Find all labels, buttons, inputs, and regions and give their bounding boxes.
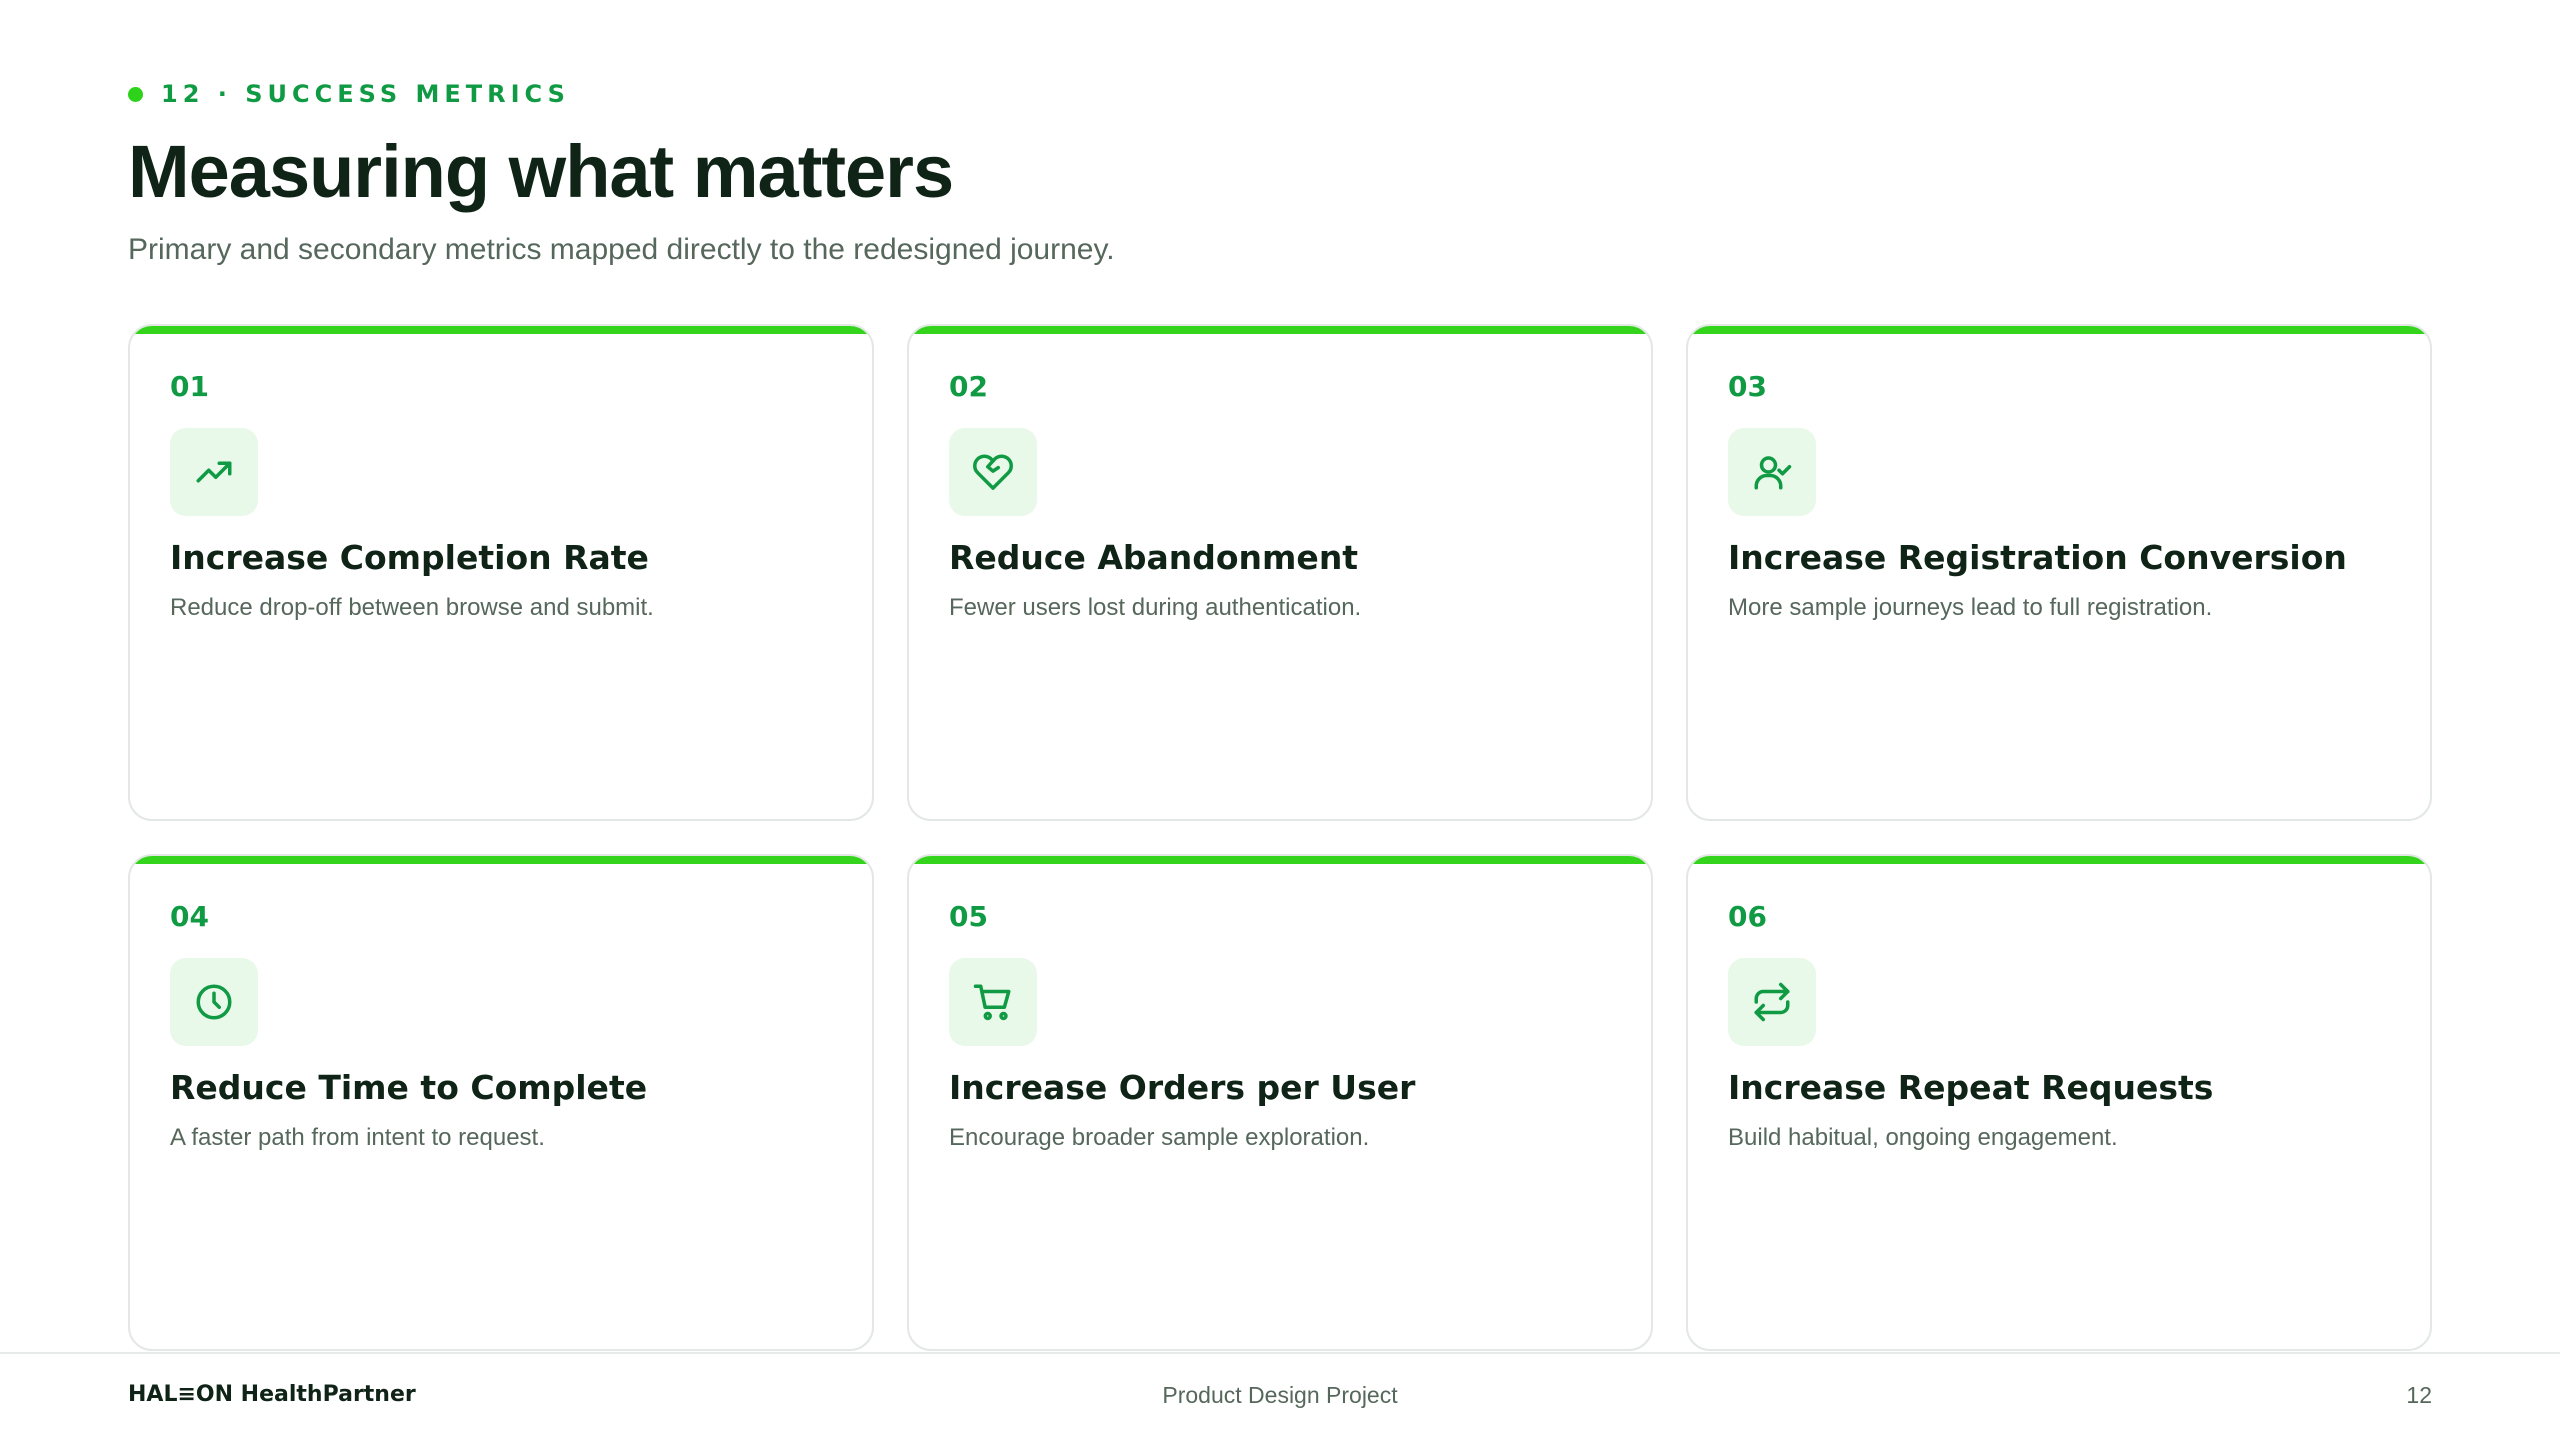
- metric-card-registration: 03 Increase Registration Conversion More…: [1686, 324, 2432, 821]
- card-description: Reduce drop-off between browse and submi…: [170, 594, 654, 621]
- card-accent-bar: [909, 856, 1651, 864]
- trending-up-icon: [170, 428, 258, 516]
- user-check-icon: [1728, 428, 1816, 516]
- footer-divider: [0, 1352, 2560, 1354]
- footer-project-label: Product Design Project: [1162, 1382, 1398, 1408]
- footer-brand: HAL≡ON HealthPartner: [128, 1382, 416, 1407]
- metrics-grid: 01 Increase Completion Rate Reduce drop-…: [128, 324, 2432, 1351]
- eyebrow-label: 12 · SUCCESS METRICS: [161, 80, 570, 108]
- card-number: 06: [1728, 900, 1767, 933]
- card-title: Reduce Abandonment: [949, 538, 1359, 577]
- card-number: 01: [170, 370, 209, 403]
- cart-icon: [949, 958, 1037, 1046]
- section-eyebrow: 12 · SUCCESS METRICS: [128, 80, 570, 108]
- clock-icon: [170, 958, 258, 1046]
- card-description: Encourage broader sample exploration.: [949, 1124, 1370, 1151]
- page-title: Measuring what matters: [128, 130, 954, 213]
- metric-card-orders-per-user: 05 Increase Orders per User Encourage br…: [907, 854, 1653, 1351]
- metric-card-time-to-complete: 04 Reduce Time to Complete A faster path…: [128, 854, 874, 1351]
- card-accent-bar: [909, 326, 1651, 334]
- card-number: 04: [170, 900, 209, 933]
- card-description: Build habitual, ongoing engagement.: [1728, 1124, 2118, 1151]
- metric-card-repeat-requests: 06 Increase Repeat Requests Build habitu…: [1686, 854, 2432, 1351]
- card-title: Reduce Time to Complete: [170, 1068, 648, 1107]
- card-number: 05: [949, 900, 988, 933]
- metric-card-abandonment: 02 Reduce Abandonment Fewer users lost d…: [907, 324, 1653, 821]
- card-accent-bar: [130, 326, 872, 334]
- eyebrow-dot: [128, 86, 143, 102]
- card-accent-bar: [1688, 856, 2430, 864]
- card-title: Increase Registration Conversion: [1728, 538, 2347, 577]
- card-accent-bar: [1688, 326, 2430, 334]
- card-accent-bar: [130, 856, 872, 864]
- card-description: Fewer users lost during authentication.: [949, 594, 1362, 621]
- card-title: Increase Completion Rate: [170, 538, 649, 577]
- page-subtitle: Primary and secondary metrics mapped dir…: [128, 233, 1115, 266]
- card-description: A faster path from intent to request.: [170, 1124, 545, 1151]
- page-number: 12: [2406, 1382, 2432, 1408]
- metric-card-completion-rate: 01 Increase Completion Rate Reduce drop-…: [128, 324, 874, 821]
- card-description: More sample journeys lead to full regist…: [1728, 594, 2213, 621]
- heart-icon: [949, 428, 1037, 516]
- card-number: 02: [949, 370, 988, 403]
- card-title: Increase Repeat Requests: [1728, 1068, 2214, 1107]
- card-number: 03: [1728, 370, 1767, 403]
- repeat-icon: [1728, 958, 1816, 1046]
- card-title: Increase Orders per User: [949, 1068, 1416, 1107]
